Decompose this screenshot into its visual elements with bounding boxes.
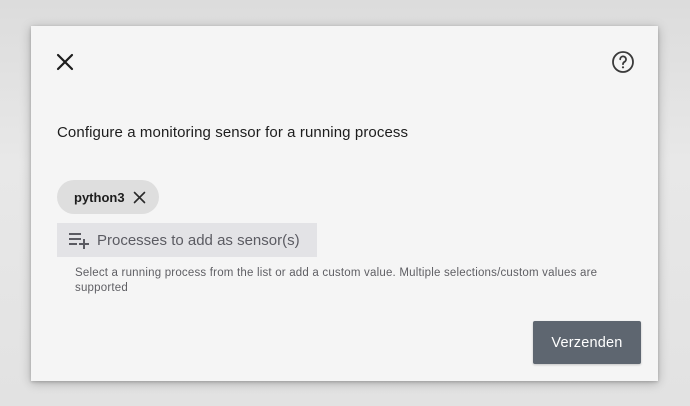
help-button[interactable] [609,48,637,76]
sensor-config-dialog: Configure a monitoring sensor for a runn… [31,26,658,381]
close-icon [56,53,74,71]
help-circle-icon [612,51,634,73]
playlist-add-icon [69,231,91,249]
process-chip: python3 [57,180,159,214]
chip-label: python3 [74,189,125,205]
close-button[interactable] [51,48,79,76]
search-placeholder: Processes to add as sensor(s) [97,231,300,249]
dialog-title: Configure a monitoring sensor for a runn… [57,124,409,141]
field-helper-text: Select a running process from the list o… [75,267,598,294]
submit-button[interactable]: Verzenden [533,321,641,364]
process-search-input[interactable]: Processes to add as sensor(s) [57,223,317,257]
chip-remove-button[interactable] [131,189,147,205]
close-icon [133,191,145,203]
